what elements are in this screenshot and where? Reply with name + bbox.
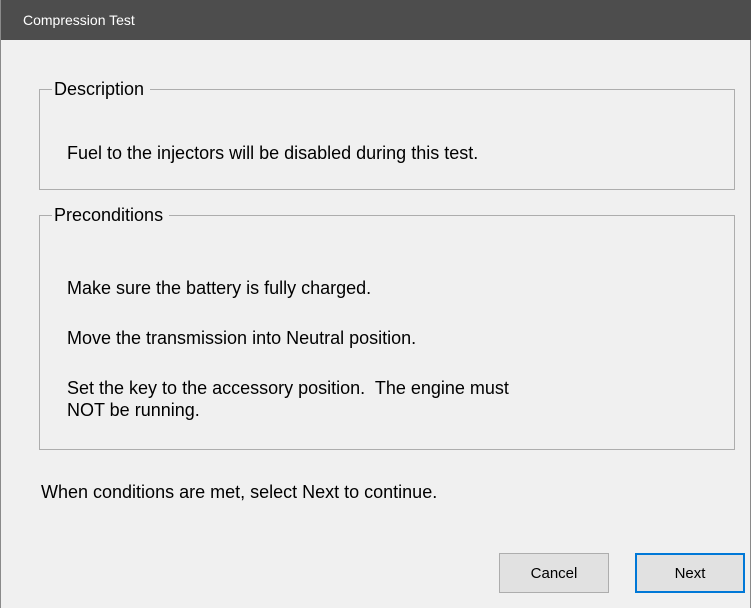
footer-instruction: When conditions are met, select Next to … <box>41 482 438 502</box>
cancel-button[interactable]: Cancel <box>499 553 609 593</box>
compression-test-dialog: Compression Test Description Fuel to the… <box>0 0 751 608</box>
preconditions-legend: Preconditions <box>54 205 164 225</box>
title-bar[interactable]: Compression Test <box>1 0 751 40</box>
preconditions-group: Preconditions Make sure the battery is f… <box>39 204 735 450</box>
description-text: Fuel to the injectors will be disabled d… <box>67 143 479 163</box>
precondition-key-line1: Set the key to the accessory position. T… <box>67 378 509 398</box>
next-button[interactable]: Next <box>635 553 745 593</box>
precondition-battery: Make sure the battery is fully charged. <box>67 278 372 298</box>
description-group: Description Fuel to the injectors will b… <box>39 78 735 190</box>
precondition-key-line2: NOT be running. <box>67 400 200 420</box>
window-title: Compression Test <box>23 12 135 28</box>
precondition-transmission: Move the transmission into Neutral posit… <box>67 328 417 348</box>
description-legend: Description <box>54 79 145 99</box>
